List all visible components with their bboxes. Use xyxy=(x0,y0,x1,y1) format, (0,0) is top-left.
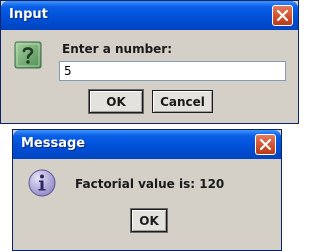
question-icon xyxy=(13,40,43,70)
number-input[interactable] xyxy=(59,61,286,81)
message-dialog: Message Factorial value is: 120 OK xyxy=(12,129,282,251)
message-close-button[interactable] xyxy=(255,134,276,155)
input-close-button[interactable] xyxy=(272,5,293,26)
message-text: Factorial value is: 120 xyxy=(75,177,225,191)
close-icon xyxy=(259,138,272,151)
input-dialog-title: Input xyxy=(9,7,48,22)
input-cancel-button[interactable]: Cancel xyxy=(152,90,213,113)
message-dialog-title: Message xyxy=(21,136,86,151)
input-titlebar[interactable]: Input xyxy=(1,1,298,30)
message-ok-button[interactable]: OK xyxy=(131,209,167,232)
input-dialog-body: Enter a number: OK Cancel xyxy=(1,30,298,123)
message-titlebar[interactable]: Message xyxy=(13,130,281,159)
message-dialog-body: Factorial value is: 120 OK xyxy=(13,159,281,250)
information-icon xyxy=(27,168,57,198)
input-ok-button[interactable]: OK xyxy=(89,90,143,113)
close-icon xyxy=(276,9,289,22)
input-dialog: Input Enter a number: 5 OK Cancel xyxy=(0,0,299,124)
input-prompt-label: Enter a number: xyxy=(62,42,173,56)
